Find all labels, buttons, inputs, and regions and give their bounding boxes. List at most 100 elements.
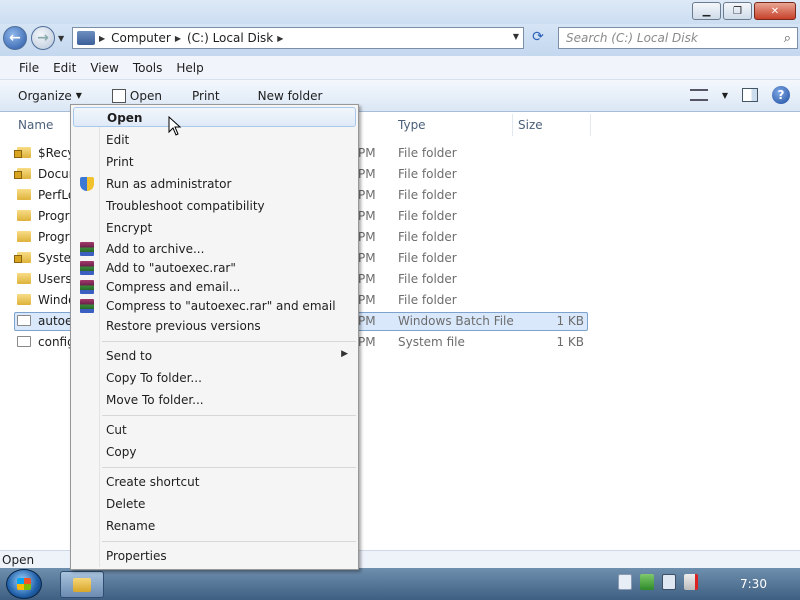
notification-icon[interactable] (618, 574, 632, 590)
forward-button[interactable]: → (31, 26, 55, 50)
column-header-size[interactable]: Size (518, 118, 543, 132)
file-type: File folder (398, 209, 457, 223)
menu-item-print[interactable]: Print (73, 152, 356, 172)
breadcrumb-chevron-icon[interactable]: ▶ (99, 34, 105, 43)
column-divider[interactable] (512, 114, 513, 136)
column-header-name[interactable]: Name (18, 118, 53, 132)
menu-item-cut[interactable]: Cut (73, 420, 356, 440)
help-icon[interactable]: ? (772, 86, 790, 104)
file-type: File folder (398, 251, 457, 265)
change-view-icon[interactable] (689, 89, 708, 101)
open-button[interactable]: Open (104, 88, 170, 103)
menu-bar: File Edit View Tools Help (0, 56, 800, 80)
menu-item-label: Properties (106, 549, 167, 563)
menu-item-compress-and-email[interactable]: Compress and email... (73, 277, 356, 297)
search-box[interactable]: ⌕ (558, 27, 798, 49)
menu-tools[interactable]: Tools (126, 61, 170, 75)
file-type: File folder (398, 230, 457, 244)
locked-folder-icon (14, 252, 31, 263)
menu-item-label: Compress to "autoexec.rar" and email (106, 299, 336, 313)
organize-button[interactable]: Organize ▼ (10, 89, 90, 103)
winrar-icon (80, 242, 94, 256)
menu-view[interactable]: View (83, 61, 125, 75)
winrar-icon (80, 280, 94, 294)
menu-item-rename[interactable]: Rename (73, 516, 356, 536)
menu-item-label: Delete (106, 497, 146, 511)
clock[interactable]: 7:30 (740, 577, 767, 591)
open-icon (111, 88, 126, 103)
menu-item-send-to[interactable]: Send to ▶ (73, 346, 356, 366)
address-dropdown-icon[interactable]: ▼ (513, 32, 519, 41)
locked-folder-icon (14, 147, 31, 158)
menu-item-compress-to-rar-and-email[interactable]: Compress to "autoexec.rar" and email (73, 296, 356, 316)
preview-pane-icon[interactable] (742, 88, 758, 102)
navigation-bar: ← → ▼ ▶ Computer ▶ (C:) Local Disk ▶ ▼ ⟳… (0, 24, 800, 56)
file-type: File folder (398, 293, 457, 307)
start-button[interactable] (6, 569, 42, 599)
menu-item-create-shortcut[interactable]: Create shortcut (73, 472, 356, 492)
menu-item-copy[interactable]: Copy (73, 442, 356, 462)
menu-item-troubleshoot-compatibility[interactable]: Troubleshoot compatibility (73, 196, 356, 216)
menu-item-label: Edit (106, 133, 130, 147)
breadcrumb-chevron-icon[interactable]: ▶ (277, 34, 283, 43)
taskbar-explorer-button[interactable] (60, 571, 104, 598)
breadcrumb-chevron-icon[interactable]: ▶ (175, 34, 181, 43)
menu-item-label: Restore previous versions (106, 319, 261, 333)
file-date: PM (358, 188, 376, 202)
column-divider[interactable] (590, 114, 591, 136)
breadcrumb-computer[interactable]: Computer (111, 31, 171, 45)
recent-pages-dropdown-icon[interactable]: ▼ (58, 34, 64, 43)
menu-item-label: Encrypt (106, 221, 153, 235)
back-arrow-icon: ← (9, 30, 21, 46)
folder-icon (17, 189, 31, 200)
menu-item-add-to-archive[interactable]: Add to archive... (73, 239, 356, 259)
back-button[interactable]: ← (3, 26, 27, 50)
file-date: PM (358, 230, 376, 244)
menu-item-add-to-autoexec-rar[interactable]: Add to "autoexec.rar" (73, 258, 356, 278)
context-menu: Open Edit Print Run as administrator Tro… (70, 104, 359, 570)
menu-item-restore-previous-versions[interactable]: Restore previous versions (73, 316, 356, 336)
file-date: PM (358, 146, 376, 160)
menu-item-label: Send to (106, 349, 153, 363)
file-date: PM (358, 167, 376, 181)
close-button[interactable]: ✕ (754, 2, 796, 20)
menu-item-run-as-administrator[interactable]: Run as administrator (73, 174, 356, 194)
file-date: PM (358, 293, 376, 307)
file-type: File folder (398, 188, 457, 202)
menu-item-copy-to-folder[interactable]: Copy To folder... (73, 368, 356, 388)
menu-separator (102, 415, 356, 416)
views-dropdown-icon[interactable]: ▼ (722, 91, 728, 100)
folder-icon (17, 231, 31, 242)
batch-file-icon (17, 315, 31, 326)
menu-item-properties[interactable]: Properties (73, 546, 356, 566)
print-button[interactable]: Print (184, 89, 228, 103)
minimize-button[interactable]: ▁ (692, 2, 721, 20)
menu-item-encrypt[interactable]: Encrypt (73, 218, 356, 238)
maximize-button[interactable]: ❐ (723, 2, 752, 20)
menu-separator (102, 341, 356, 342)
network-icon[interactable] (662, 574, 676, 590)
menu-help[interactable]: Help (169, 61, 210, 75)
column-header-type[interactable]: Type (398, 118, 426, 132)
new-folder-button[interactable]: New folder (250, 89, 331, 103)
refresh-button[interactable]: ⟳ (528, 29, 548, 47)
file-type: Windows Batch File (398, 314, 514, 328)
menu-edit[interactable]: Edit (46, 61, 83, 75)
menu-item-move-to-folder[interactable]: Move To folder... (73, 390, 356, 410)
new-folder-label: New folder (257, 88, 323, 103)
open-label: Open (129, 88, 162, 103)
address-bar[interactable]: ▶ Computer ▶ (C:) Local Disk ▶ ▼ (72, 27, 524, 49)
search-icon[interactable]: ⌕ (784, 31, 791, 46)
winrar-icon (80, 299, 94, 313)
menu-file[interactable]: File (12, 61, 46, 75)
menu-item-edit[interactable]: Edit (73, 130, 356, 150)
action-center-icon[interactable] (640, 574, 654, 590)
mouse-cursor-icon (168, 116, 182, 136)
menu-item-open[interactable]: Open (73, 107, 356, 127)
menu-item-label: Compress and email... (106, 280, 241, 294)
windows-explorer-icon (73, 577, 91, 592)
search-input[interactable] (566, 31, 766, 45)
breadcrumb-local-disk[interactable]: (C:) Local Disk (187, 31, 273, 45)
volume-muted-icon[interactable] (684, 574, 698, 590)
menu-item-delete[interactable]: Delete (73, 494, 356, 514)
